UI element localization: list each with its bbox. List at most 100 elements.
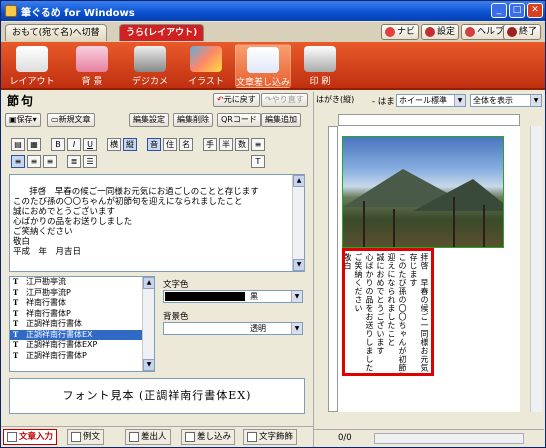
- style-icon[interactable]: ≡: [251, 138, 265, 151]
- tab-omote[interactable]: おもて(宛て名)へ切替: [5, 24, 107, 41]
- font-name: 江戸勘亭流P: [26, 287, 71, 297]
- align-bottom-icon[interactable]: ≡: [43, 155, 57, 168]
- card-text-column: このたび孫の〇〇ちゃんが初節句を: [398, 253, 407, 376]
- tab-ura[interactable]: うら(レイアウト): [119, 24, 205, 41]
- mountain-shape: [413, 179, 503, 211]
- section-title: 節句: [7, 94, 36, 108]
- qrcode-button[interactable]: QRコード: [217, 113, 261, 127]
- edit-settings-button[interactable]: 編集設定: [129, 113, 169, 127]
- font-list[interactable]: T 江戸勘亭流 T 江戸勘亭流P T 祥南行書体 T 祥南行書体P T 正調祥南行書体 T 正調祥南行…: [9, 276, 155, 372]
- tab-decoration[interactable]: 文字飾飾: [243, 429, 298, 445]
- font-list-item[interactable]: T 正調祥南行書体EX: [10, 329, 154, 340]
- scroll-up-icon[interactable]: ▲: [293, 175, 305, 187]
- navi-icon: [385, 27, 395, 37]
- font-list-item[interactable]: T 江戸勘亭流P: [10, 288, 154, 299]
- tab-sender[interactable]: 差出人: [125, 429, 171, 445]
- hand-button[interactable]: 手: [203, 138, 217, 151]
- ribbon-print[interactable]: 印 刷: [295, 44, 345, 88]
- horizontal-scrollbar[interactable]: [374, 433, 524, 444]
- bottom-tab-bar: 文章入力 例文 差出人 差し込み 文字飾飾: [1, 426, 313, 447]
- ribbon: レイアウト 背 景 デジカメ イラスト 文章差し込み 印 刷: [1, 42, 545, 90]
- line-spacing-icon[interactable]: ☰: [83, 155, 97, 168]
- settings-button[interactable]: 設定: [421, 24, 460, 40]
- font-name: 江戸勘亭流: [26, 277, 66, 286]
- address-button[interactable]: 住: [163, 138, 177, 151]
- underline-button[interactable]: U: [83, 138, 97, 151]
- text-scrollbar[interactable]: ▲ ▼: [292, 175, 305, 271]
- truetype-icon: T: [13, 308, 19, 318]
- tab-insert[interactable]: 差し込み: [181, 429, 236, 445]
- canvas-scrollbar[interactable]: [530, 126, 542, 412]
- ribbon-background[interactable]: 背 景: [67, 44, 117, 88]
- pencil-icon: [7, 432, 17, 442]
- scroll-down-icon[interactable]: ▼: [293, 259, 305, 271]
- wa-label: - はま: [372, 97, 395, 107]
- tab-text-input[interactable]: 文章入力: [3, 429, 58, 445]
- text-color-select[interactable]: 黒 ▼: [163, 290, 303, 303]
- ribbon-layout[interactable]: レイアウト: [7, 44, 57, 88]
- font-scroll-up-icon[interactable]: ▲: [143, 277, 154, 289]
- align-top-icon[interactable]: ≡: [11, 155, 25, 168]
- font-list-scrollbar[interactable]: ▲ ▼: [142, 277, 154, 371]
- maximize-button[interactable]: □: [509, 3, 525, 18]
- truetype-icon: T: [13, 350, 19, 360]
- image-frame-icon[interactable]: ▦: [27, 138, 41, 151]
- font-size-icon[interactable]: T: [251, 155, 265, 168]
- minimize-button[interactable]: _: [491, 3, 507, 18]
- chevron-down-icon: ▼: [530, 95, 541, 106]
- font-list-item[interactable]: T 正調祥南行書体EXP: [10, 340, 154, 351]
- italic-button[interactable]: I: [67, 138, 81, 151]
- bold-button[interactable]: B: [51, 138, 65, 151]
- title-bar: 筆ぐるめ for Windows: [1, 1, 545, 21]
- photo-mountain[interactable]: [342, 136, 504, 248]
- text-color-label: 文字色: [163, 280, 189, 290]
- font-list-item[interactable]: T 祥南行書体P: [10, 309, 154, 320]
- save-icon: ▣: [9, 115, 17, 124]
- font-name: 祥南行書体: [26, 298, 66, 307]
- redo-button[interactable]: ↷やり直す: [261, 93, 308, 107]
- body-text-area[interactable]: 拝啓 早春の候ご一同様お元気にお過ごしのことと存じます このたび孫の〇〇ちゃんが…: [9, 174, 305, 272]
- ribbon-illust[interactable]: イラスト: [181, 44, 231, 88]
- bg-color-select[interactable]: 透明 ▼: [163, 322, 303, 335]
- tab-examples[interactable]: 例文: [67, 429, 105, 445]
- font-list-item[interactable]: T 正調祥南行書体P: [10, 351, 154, 362]
- postcard-canvas[interactable]: 拝啓 早春の候ご一同様お元気にお過ごしのことと 存じます このたび孫の〇〇ちゃんが初…: [338, 126, 520, 412]
- vertical-text-frame[interactable]: 拝啓 早春の候ご一同様お元気にお過ごしのことと 存じます このたび孫の〇〇ちゃんが初…: [342, 248, 434, 376]
- pen-select[interactable]: ホイール標準 ▼: [396, 94, 466, 107]
- text-frame-icon[interactable]: ▤: [11, 138, 25, 151]
- card-text-column: 誠におめでとうございます: [376, 253, 385, 355]
- undo-button[interactable]: ↶元に戻す: [213, 93, 260, 107]
- font-list-item[interactable]: T 祥南行書体: [10, 298, 154, 309]
- exit-icon: [507, 27, 517, 37]
- number-button[interactable]: 数: [235, 138, 249, 151]
- camera-icon: [134, 46, 166, 72]
- bg-color-value: 透明: [250, 324, 266, 333]
- vertical-button[interactable]: 縦: [123, 138, 137, 151]
- delete-edit-button[interactable]: 編集削除: [173, 113, 213, 127]
- font-list-item[interactable]: T 正調祥南行書体: [10, 319, 154, 330]
- close-button[interactable]: ✕: [527, 3, 543, 18]
- spacing-icon[interactable]: ≣: [67, 155, 81, 168]
- page-navigation: 0/0: [314, 429, 544, 446]
- font-scroll-down-icon[interactable]: ▼: [143, 359, 154, 371]
- font-name: 正調祥南行書体EXP: [26, 340, 98, 349]
- new-text-button[interactable]: ▭新規文章: [47, 113, 95, 127]
- navi-button[interactable]: ナビ: [381, 24, 420, 40]
- ribbon-text-insert[interactable]: 文章差し込み: [235, 44, 291, 88]
- help-button[interactable]: ヘルプ: [461, 24, 509, 40]
- redo-icon: ↷: [265, 95, 272, 104]
- align-middle-icon[interactable]: ≡: [27, 155, 41, 168]
- help-icon: [465, 27, 475, 37]
- save-button[interactable]: ▣保存▾: [5, 113, 41, 127]
- sound-button[interactable]: 音: [147, 138, 161, 151]
- add-edit-button[interactable]: 編集追加: [261, 113, 301, 127]
- truetype-icon: T: [13, 298, 19, 307]
- right-panel: はがき(縦) - はま ホイール標準 ▼ 全体を表示 ▼ 拝啓 早春の候ご一同様お元…: [313, 92, 545, 447]
- ribbon-camera[interactable]: デジカメ: [125, 44, 175, 88]
- half-button[interactable]: 半: [219, 138, 233, 151]
- view-select[interactable]: 全体を表示 ▼: [470, 94, 542, 107]
- name-button[interactable]: 名: [179, 138, 193, 151]
- exit-button[interactable]: 終了: [503, 24, 542, 40]
- horizontal-button[interactable]: 横: [107, 138, 121, 151]
- font-list-item[interactable]: T 江戸勘亭流: [10, 277, 154, 288]
